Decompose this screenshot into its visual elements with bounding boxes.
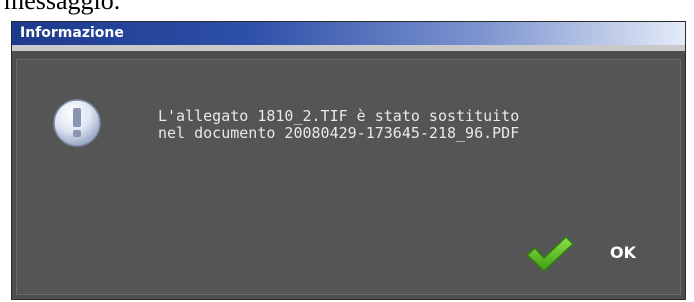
dialog-message: L'allegato 1810_2.TIF è stato sostituito…	[158, 108, 519, 142]
message-line-2: nel documento 20080429-173645-218_96.PDF	[158, 124, 520, 142]
info-exclamation-icon	[53, 99, 101, 147]
dialog-title: Informazione	[20, 25, 124, 41]
titlebar-separator	[12, 45, 685, 51]
ok-button[interactable]: OK	[524, 229, 660, 277]
page-caption: messaggio.	[4, 0, 121, 15]
ok-button-label: OK	[610, 243, 636, 262]
dialog-titlebar[interactable]: Informazione	[12, 22, 685, 45]
information-dialog: Informazione L'allegato 1810_2.TIF è sta…	[11, 21, 686, 300]
checkmark-icon	[526, 236, 574, 272]
message-line-1: L'allegato 1810_2.TIF è stato sostituito	[158, 107, 520, 125]
